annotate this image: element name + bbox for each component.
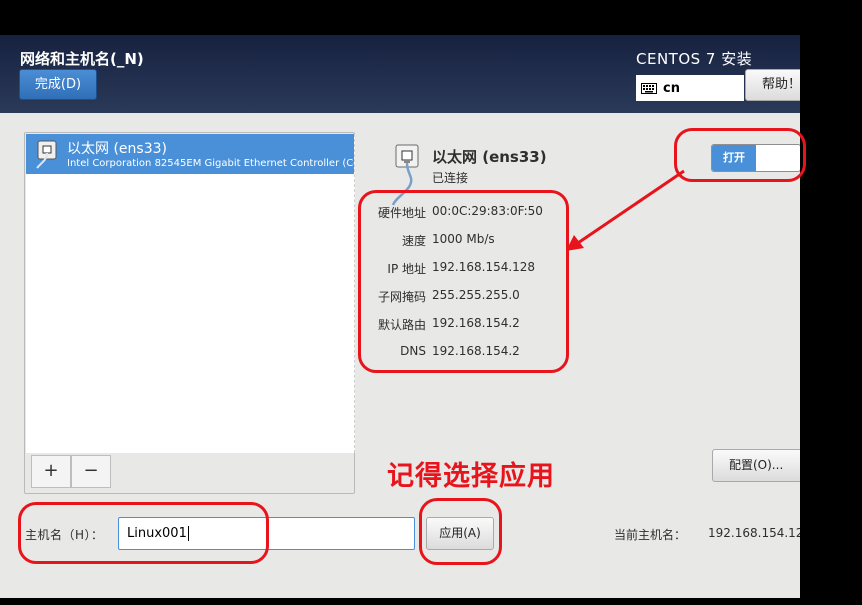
connection-list[interactable]: 以太网 (ens33) Intel Corporation 82545EM Gi… (26, 134, 355, 453)
page-title: 网络和主机名(_N) (20, 50, 144, 68)
connection-detail-title: 以太网 (ens33) (432, 148, 547, 166)
header-bar: 网络和主机名(_N) 完成(D) CENTOS 7 安装 cn 帮助！ (0, 35, 800, 113)
done-button[interactable]: 完成(D) (19, 69, 97, 100)
annotation-arrow-icon (566, 169, 685, 251)
keyboard-layout-label: cn (663, 80, 680, 96)
help-button[interactable]: 帮助！ (745, 69, 800, 101)
connection-status: 已连接 (432, 171, 469, 185)
ethernet-icon (36, 140, 57, 169)
add-connection-button[interactable]: + (31, 455, 71, 488)
annotation-circle-apply (419, 498, 502, 565)
connection-item-description: Intel Corporation 82545EM Gigabit Ethern… (67, 158, 355, 169)
connection-item-ens33[interactable]: 以太网 (ens33) Intel Corporation 82545EM Gi… (26, 134, 354, 174)
annotation-circle-details (358, 190, 569, 373)
connection-item-name: 以太网 (ens33) (67, 141, 167, 157)
keyboard-layout-indicator[interactable]: cn (636, 75, 744, 101)
annotation-circle-hostname (18, 502, 269, 564)
annotation-note: 记得选择应用 (387, 461, 555, 492)
installer-title: CENTOS 7 安装 (636, 50, 753, 68)
connection-list-panel: 以太网 (ens33) Intel Corporation 82545EM Gi… (24, 132, 355, 494)
configure-button[interactable]: 配置(O)... (712, 449, 800, 482)
annotation-circle-switch (674, 128, 806, 182)
current-hostname-label: 当前主机名： (614, 528, 687, 542)
keyboard-icon (641, 82, 657, 94)
current-hostname-value: 192.168.154.128 (708, 526, 800, 540)
remove-connection-button[interactable]: − (71, 455, 111, 488)
